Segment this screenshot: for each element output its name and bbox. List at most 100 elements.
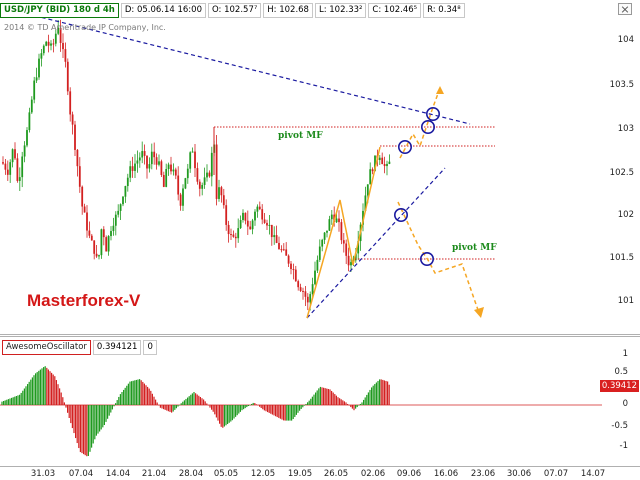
price-chart-svg[interactable] [0, 0, 640, 335]
oscillator-name[interactable]: AwesomeOscillator [2, 340, 91, 355]
oscillator-tick: 0 [622, 399, 628, 409]
candle-body [275, 235, 278, 243]
candle-body [210, 152, 213, 177]
oscillator-bar [377, 380, 379, 405]
candle-body [270, 224, 273, 238]
oscillator-bar [302, 405, 304, 408]
oscillator-bar [183, 400, 185, 405]
oscillator-bar [303, 405, 305, 406]
oscillator-bar [135, 379, 137, 405]
oscillator-bar [380, 379, 382, 405]
candle-body [237, 228, 240, 239]
oscillator-bar [308, 400, 310, 405]
candle-body [182, 188, 184, 206]
close-icon[interactable] [618, 3, 632, 15]
pivot-label-upper: pivot MF [278, 131, 323, 141]
oscillator-bar [166, 405, 168, 411]
oscillator-bar [44, 366, 46, 405]
oscillator-bar [219, 405, 221, 424]
oscillator-bar [63, 402, 65, 405]
oscillator-bar [265, 405, 267, 412]
oscillator-bar [148, 388, 150, 405]
oscillator-bar [19, 394, 21, 405]
candle-body [83, 206, 86, 213]
oscillator-bar [340, 399, 342, 405]
price-tick: 102.5 [609, 168, 634, 178]
oscillator-bar [313, 394, 315, 405]
candle-body [268, 224, 271, 226]
candle-body [153, 151, 156, 158]
oscillator-bar [321, 387, 323, 405]
oscillator-bar [75, 405, 77, 439]
candle-body [316, 259, 319, 271]
oscillator-tick: -0.5 [611, 421, 628, 431]
candle-body [143, 151, 146, 156]
oscillator-bar [180, 403, 182, 405]
time-tick: 19.05 [287, 469, 313, 479]
oscillator-bar [329, 389, 331, 405]
candle-body [369, 169, 372, 185]
candle-body [18, 177, 21, 181]
price-pane[interactable]: USD/JPY (BID) 180 d 4h D: 05.06.14 16:00… [0, 0, 640, 335]
oscillator-chart-svg[interactable] [0, 337, 640, 467]
candle-body [309, 294, 312, 303]
oscillator-bar [366, 394, 368, 405]
price-tick: 103.5 [609, 80, 634, 90]
candle-body [107, 236, 110, 252]
candle-body [246, 220, 249, 227]
candle-body [23, 145, 26, 157]
oscillator-bar [281, 405, 283, 420]
candle-body [321, 239, 324, 247]
oscillator-bar [123, 389, 125, 405]
oscillator-bar [207, 405, 209, 406]
candle-body [11, 149, 14, 163]
oscillator-bar [323, 387, 325, 405]
oscillator-bar [372, 385, 374, 405]
price-tick: 101.5 [609, 253, 634, 263]
oscillator-bar [217, 405, 219, 421]
time-tick: 05.05 [213, 469, 239, 479]
circle-marker [393, 208, 408, 223]
time-axis[interactable]: 31.03 07.04 14.04 21.04 28.04 05.05 12.0… [0, 466, 640, 480]
candle-body [254, 211, 256, 221]
oscillator-bar [299, 405, 301, 411]
oscillator-bar [287, 405, 289, 421]
oscillator-bar [25, 386, 27, 405]
candle-body [206, 172, 208, 178]
chart-window: USD/JPY (BID) 180 d 4h D: 05.06.14 16:00… [0, 0, 640, 480]
oscillator-bar [145, 385, 147, 405]
oscillator-bar [11, 397, 13, 405]
oscillator-bar [225, 405, 227, 426]
oscillator-bar [129, 381, 131, 405]
oscillator-bar [363, 399, 365, 405]
symbol-label[interactable]: USD/JPY (BID) 180 d 4h [0, 2, 119, 18]
oscillator-bar [222, 405, 224, 428]
candle-body [201, 184, 204, 189]
oscillator-bar [235, 405, 237, 417]
oscillator-bar [294, 405, 296, 417]
candle-body [326, 230, 328, 233]
oscillator-bar [345, 402, 347, 405]
bar-range: R: 0.34⁸ [423, 2, 465, 18]
candle-body [167, 164, 170, 170]
candle-body [119, 204, 122, 211]
oscillator-bar [57, 384, 59, 405]
oscillator-bar [131, 381, 133, 405]
oscillator-bar [199, 396, 201, 405]
candle-body [129, 166, 132, 178]
oscillator-bar [374, 384, 376, 405]
candle-body [338, 218, 340, 223]
oscillator-bar [358, 405, 360, 406]
oscillator-pane[interactable]: AwesomeOscillator 0.394121 0 1 0.5 0 -0.… [0, 336, 640, 467]
oscillator-bar [385, 380, 387, 405]
candle-body [78, 166, 81, 187]
price-tick: 101 [617, 296, 634, 306]
candle-body [292, 269, 295, 271]
time-tick: 16.06 [433, 469, 459, 479]
candle-body [74, 124, 76, 150]
oscillator-bar [279, 405, 281, 419]
oscillator-bar [132, 380, 134, 405]
candle-body [383, 164, 386, 167]
oscillator-bar [95, 405, 97, 436]
candle-body [239, 220, 242, 229]
